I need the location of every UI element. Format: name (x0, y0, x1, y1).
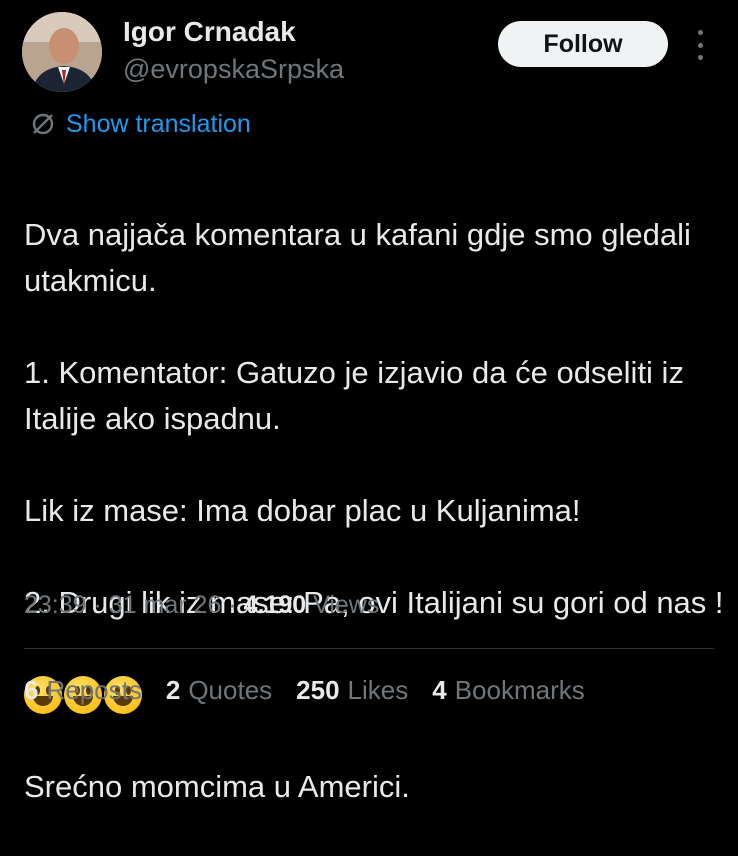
tweet-meta: 23:39 · 31 mar 26 · 4.190 Views (24, 591, 380, 619)
engagement-stats: 6 Reposts 2 Quotes 250 Likes 4 Bookmarks (24, 673, 585, 707)
views-count: 4.190 (243, 591, 307, 619)
author-name[interactable]: Igor Crnadak (123, 14, 296, 50)
translate-icon (32, 113, 54, 135)
tweet-line: Dva najjača komentara u kafani gdje smo … (24, 217, 691, 298)
author-handle[interactable]: @evropskaSrpska (123, 52, 344, 86)
tweet-line: Lik iz mase: Ima dobar plac u Kuljanima! (24, 493, 581, 528)
follow-button[interactable]: Follow (498, 21, 668, 67)
quotes-stat[interactable]: 2 Quotes (166, 673, 272, 707)
show-translation-label: Show translation (66, 110, 251, 138)
tweet-time[interactable]: 23:39 (24, 591, 87, 619)
tweet-text: Dva najjača komentara u kafani gdje smo … (24, 166, 724, 856)
reposts-stat[interactable]: 6 Reposts (24, 673, 142, 707)
more-options-icon[interactable] (688, 30, 712, 60)
avatar[interactable] (22, 12, 102, 92)
tweet-date[interactable]: 31 mar 26 (109, 591, 222, 619)
views-label: Views (313, 591, 380, 619)
divider (24, 648, 714, 649)
show-translation-link[interactable]: Show translation (30, 108, 251, 140)
tweet-line: 1. Komentator: Gatuzo je izjavio da će o… (24, 355, 684, 436)
bookmarks-stat[interactable]: 4 Bookmarks (432, 673, 585, 707)
likes-stat[interactable]: 250 Likes (296, 673, 408, 707)
tweet-closing: Srećno momcima u Americi. (24, 769, 410, 804)
